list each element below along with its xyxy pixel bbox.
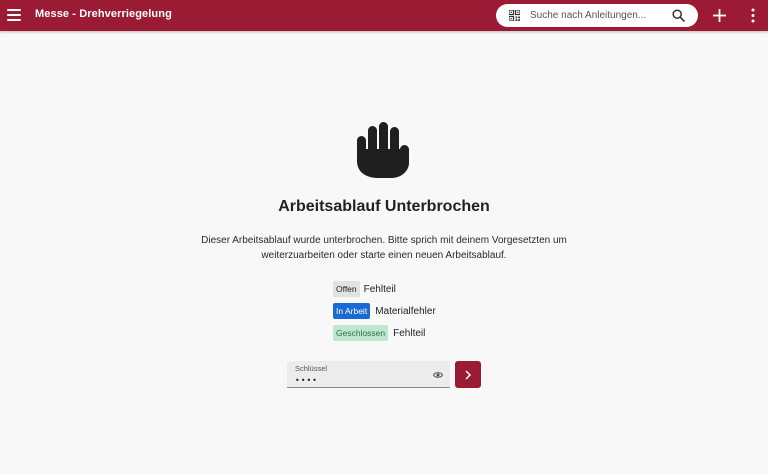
plus-icon[interactable] (712, 8, 727, 23)
status-badge: Geschlossen (333, 325, 389, 341)
app-title: Messe - Drehverriegelung (35, 8, 172, 20)
key-field[interactable]: Schlüssel (287, 361, 450, 388)
submit-button[interactable] (455, 361, 481, 388)
status-badge: In Arbeit (333, 303, 371, 319)
page-title: Arbeitsablauf Unterbrochen (278, 198, 490, 215)
chevron-right-icon (465, 369, 472, 380)
status-label: Fehlteil (393, 327, 426, 339)
key-input[interactable] (295, 374, 425, 386)
qr-code-icon[interactable] (509, 10, 520, 21)
status-row-geschlossen: Geschlossen Fehlteil (333, 325, 425, 341)
status-row-in-arbeit: In Arbeit Materialfehler (333, 303, 436, 319)
hand-stop-icon (357, 122, 409, 178)
status-label: Materialfehler (375, 305, 436, 317)
more-vert-icon[interactable] (747, 8, 759, 23)
status-label: Fehlteil (363, 283, 396, 295)
key-field-label: Schlüssel (295, 364, 328, 373)
status-badge: Offen (333, 281, 360, 297)
description-text: Dieser Arbeitsablauf wurde unterbrochen.… (201, 235, 567, 261)
eye-icon[interactable] (433, 371, 443, 379)
status-row-offen: Offen Fehlteil (333, 281, 396, 297)
search-bar[interactable] (496, 4, 698, 27)
search-icon[interactable] (672, 9, 685, 22)
menu-icon[interactable] (7, 7, 23, 23)
app-bar: Messe - Drehverriegelung (0, 0, 768, 31)
search-input[interactable] (530, 8, 660, 23)
